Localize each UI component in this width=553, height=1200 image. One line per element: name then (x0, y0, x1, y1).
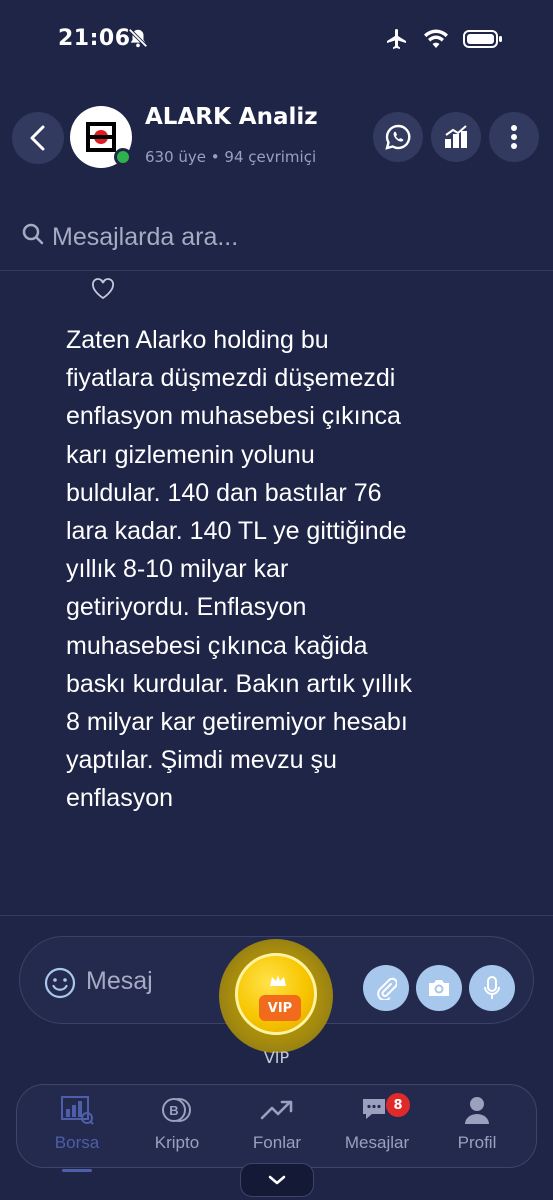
paperclip-icon (377, 977, 397, 1000)
chart-icon (445, 125, 467, 148)
message-text: Zaten Alarko holding bu fiyatlara düşmez… (66, 326, 412, 813)
bottom-navigation: Borsa B Kripto Fonlar 8 Mesajlar Profil (16, 1084, 537, 1172)
emoji-icon[interactable] (44, 967, 76, 999)
nav-label-mesajlar: Mesajlar (344, 1133, 410, 1152)
back-button[interactable] (12, 112, 64, 164)
vip-badge: VIP (259, 995, 301, 1021)
group-member-count: 630 üye • 94 çevrimiçi (145, 148, 317, 166)
more-options-button[interactable] (489, 112, 539, 162)
trending-up-icon (260, 1093, 294, 1127)
svg-text:B: B (169, 1103, 178, 1118)
status-icons (385, 27, 503, 55)
microphone-icon (484, 976, 500, 999)
user-icon (463, 1093, 491, 1127)
microphone-button[interactable] (469, 965, 515, 1011)
nav-item-fonlar[interactable]: Fonlar (229, 1093, 325, 1165)
collapse-nav-button[interactable] (240, 1163, 314, 1197)
message-list[interactable]: Zaten Alarko holding bu fiyatlara düşmez… (0, 271, 553, 916)
stock-chart-icon (60, 1093, 94, 1127)
battery-icon (463, 29, 503, 53)
stats-button[interactable] (431, 112, 481, 162)
search-input[interactable] (52, 219, 512, 255)
attach-button[interactable] (363, 965, 409, 1011)
vip-label: VIP (263, 1048, 290, 1067)
message-search-bar (0, 205, 553, 271)
nav-label-kripto: Kripto (154, 1133, 200, 1152)
more-vertical-icon (511, 125, 517, 149)
camera-icon (429, 980, 449, 996)
whatsapp-icon (385, 124, 411, 150)
online-indicator (114, 148, 132, 166)
nav-label-borsa: Borsa (54, 1133, 100, 1152)
nav-item-kripto[interactable]: B Kripto (129, 1093, 225, 1165)
chevron-left-icon (30, 125, 45, 151)
header-actions (373, 112, 539, 162)
bitcoin-icon: B (162, 1093, 192, 1127)
nav-item-borsa[interactable]: Borsa (29, 1093, 125, 1172)
vip-coin[interactable] (235, 953, 317, 1035)
whatsapp-button[interactable] (373, 112, 423, 162)
nav-item-mesajlar[interactable]: 8 Mesajlar (329, 1093, 425, 1165)
airplane-icon (385, 27, 409, 55)
status-time: 21:06 (58, 26, 131, 51)
app-screen: 21:06 ALARK Analiz 630 üye • 94 çevrimiç… (0, 0, 553, 1200)
group-name[interactable]: ALARK Analiz (145, 104, 318, 130)
nav-item-profil[interactable]: Profil (429, 1093, 525, 1165)
unread-badge: 8 (386, 1093, 410, 1117)
search-icon (22, 223, 44, 245)
heart-icon[interactable] (91, 278, 115, 300)
status-bar: 21:06 (0, 0, 553, 80)
wifi-icon (423, 28, 449, 54)
active-tab-indicator (62, 1169, 92, 1172)
bell-off-icon (127, 27, 149, 53)
message-input[interactable] (86, 965, 236, 997)
alark-logo-icon (86, 122, 116, 152)
crown-icon (270, 975, 286, 986)
nav-label-fonlar: Fonlar (252, 1133, 302, 1152)
chevron-down-icon (268, 1175, 286, 1185)
camera-button[interactable] (416, 965, 462, 1011)
chat-header: ALARK Analiz 630 üye • 94 çevrimiçi (0, 100, 553, 176)
nav-label-profil: Profil (457, 1133, 497, 1152)
